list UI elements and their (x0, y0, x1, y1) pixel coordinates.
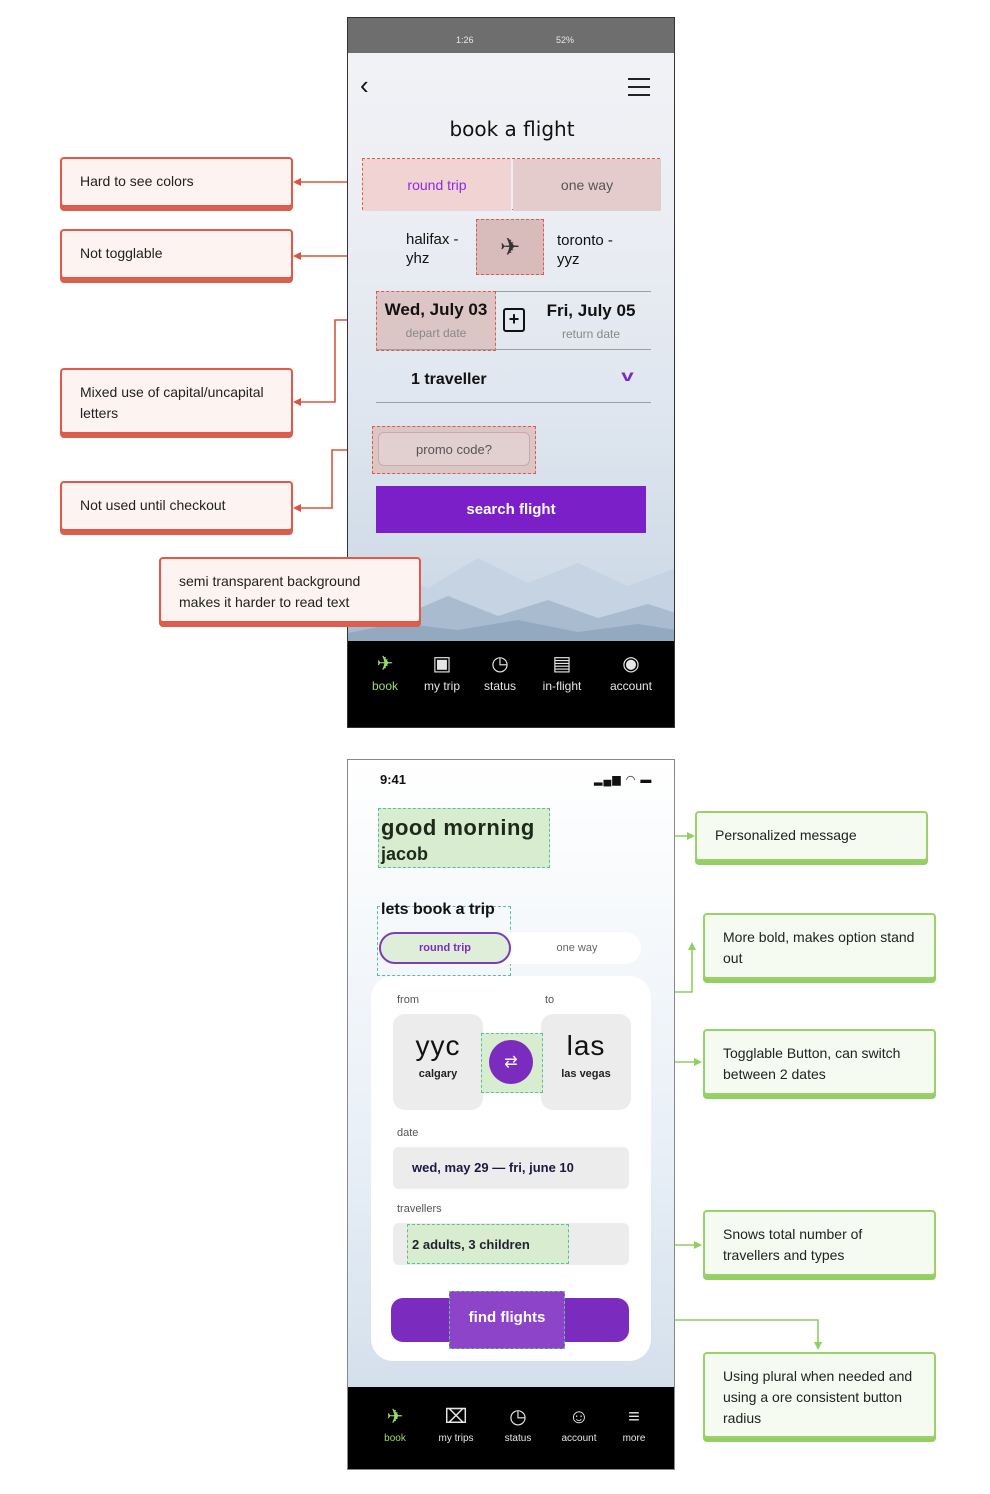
date-range: wed, may 29 — fri, june 10 (412, 1160, 574, 1175)
greeting: good morning (381, 815, 535, 840)
bottom-nav: ✈ book ⌧ my trips ◷ status ☺ account ≡ m… (348, 1387, 674, 1469)
round-trip-option[interactable]: round trip (379, 932, 511, 964)
destination-code: las (566, 1030, 606, 1061)
clock-icon: ◷ (509, 1406, 527, 1428)
user-icon: ☺ (568, 1406, 590, 1428)
destination-airport[interactable]: toronto - yyz (557, 231, 613, 269)
plane-icon: ✈ (386, 1406, 404, 1428)
promo-code-input[interactable]: promo code? (378, 432, 530, 466)
status-time: 9:41 (380, 772, 407, 787)
date-from: wed, may 29 (412, 1160, 489, 1175)
callout-capitalization: Mixed use of capital/uncapital letters (60, 368, 293, 434)
return-label: return date (561, 327, 621, 341)
callout-travellers: Snows total number of travellers and typ… (703, 1210, 936, 1276)
origin-city: calgary (418, 1068, 458, 1080)
nav-status-label: status (504, 1433, 532, 1444)
back-arrow-icon[interactable]: ‹ (360, 72, 369, 98)
date-to: fri, june 10 (508, 1160, 574, 1175)
search-flight-button[interactable]: search flight (376, 486, 646, 533)
bottom-nav: ✈ book ▣ my trip ◷ status ▤ in-flight ◉ … (348, 641, 674, 727)
nav-in-flight-label: in-flight (542, 679, 582, 693)
nav-my-trips[interactable]: ⌧ my trips (428, 1401, 484, 1444)
nav-status[interactable]: ◷ status (496, 1401, 540, 1444)
nav-status-label: status (483, 679, 516, 693)
nav-my-trip[interactable]: ▣ my trip (416, 649, 468, 693)
return-date: Fri, July 05 (546, 301, 636, 320)
briefcase-icon: ▣ (432, 653, 452, 675)
one-way-option[interactable]: one way (513, 159, 661, 211)
destination-city: las vegas (561, 1068, 611, 1080)
nav-in-flight[interactable]: ▤ in-flight (534, 649, 590, 693)
hamburger-menu-icon[interactable] (628, 78, 650, 96)
nav-account-label: account (561, 1433, 597, 1444)
travellers-value: 2 adults, 3 children (412, 1237, 530, 1252)
battery-percent: 52% (556, 35, 575, 45)
divider (376, 402, 651, 403)
callout-plural-radius: Using plural when needed and using a ore… (703, 1352, 936, 1438)
from-label: from (397, 994, 419, 1006)
swap-icon[interactable]: ⇄ (489, 1040, 533, 1084)
travellers-label: travellers (397, 1203, 442, 1215)
callout-hard-colors: Hard to see colors (60, 157, 293, 207)
trip-type-toggle: round trip one way (362, 158, 661, 211)
clock-icon: ◷ (491, 653, 509, 675)
origin-airport[interactable]: halifax - yhz (406, 230, 459, 268)
depart-label: depart date (405, 326, 467, 340)
to-label: to (545, 994, 555, 1006)
round-trip-option[interactable]: round trip (363, 159, 511, 211)
nav-my-trips-label: my trips (438, 1433, 474, 1444)
destination-code: yyz (557, 251, 580, 268)
nav-account[interactable]: ◉ account (604, 649, 658, 693)
callout-bold-option: More bold, makes option stand out (703, 913, 936, 979)
user-icon: ◉ (622, 653, 640, 675)
date-label: date (397, 1127, 419, 1139)
origin-city: halifax - (406, 231, 459, 248)
nav-book[interactable]: ✈ book (372, 1401, 418, 1444)
nav-book-label: book (371, 679, 399, 693)
origin-airport[interactable]: yyc calgary (393, 1014, 483, 1110)
callout-personalized: Personalized message (695, 811, 928, 861)
origin-code: yhz (406, 250, 430, 267)
destination-airport[interactable]: las las vegas (541, 1014, 631, 1110)
return-date-field[interactable]: Fri, July 05 return date (536, 291, 646, 351)
depart-date: Wed, July 03 (384, 300, 488, 319)
menu-icon: ≡ (628, 1406, 640, 1428)
nav-more-label: more (622, 1433, 646, 1444)
nav-more[interactable]: ≡ more (616, 1401, 652, 1444)
trip-type-toggle: round trip one way (379, 932, 641, 964)
nav-account[interactable]: ☺ account (552, 1401, 606, 1444)
plane-icon: ✈ (376, 653, 394, 675)
nav-status[interactable]: ◷ status (478, 649, 522, 693)
callout-promo-unused: Not used until checkout (60, 481, 293, 531)
origin-code: yyc (415, 1030, 461, 1061)
status-time: 1:26 (456, 35, 474, 45)
divider (376, 349, 651, 350)
plane-icon: ✈ (476, 219, 544, 275)
ticket-icon: ⌧ (444, 1406, 468, 1428)
chevron-down-icon[interactable]: v (621, 368, 633, 386)
page-title: book a flight (449, 117, 575, 141)
nav-account-label: account (609, 679, 653, 693)
nav-book-label: book (384, 1433, 406, 1444)
new-booking-screen: 9:41 ▂▄▆ ◠ ▬ good morning jacob lets boo… (347, 759, 675, 1470)
film-icon: ▤ (552, 653, 572, 675)
status-icons: ▂▄▆ ◠ ▬ (594, 774, 653, 786)
depart-date-field[interactable]: Wed, July 03 depart date (376, 291, 496, 351)
callout-transparent-bg: semi transparent background makes it har… (159, 557, 421, 623)
status-bar: 1:26 52% (348, 18, 674, 53)
nav-my-trip-label: my trip (424, 679, 460, 693)
travellers-select[interactable]: 1 traveller (411, 371, 487, 389)
nav-book[interactable]: ✈ book (362, 649, 408, 693)
find-flights-label[interactable]: find flights (449, 1309, 565, 1326)
callout-togglable: Togglable Button, can switch between 2 d… (703, 1029, 936, 1095)
callout-not-togglable: Not togglable (60, 229, 293, 279)
section-title: lets book a trip (381, 901, 495, 918)
dash-icon: — (492, 1160, 509, 1175)
one-way-option[interactable]: one way (513, 932, 641, 964)
destination-city: toronto - (557, 232, 613, 249)
calendar-icon[interactable]: + (503, 308, 525, 332)
user-name: jacob (381, 844, 429, 864)
